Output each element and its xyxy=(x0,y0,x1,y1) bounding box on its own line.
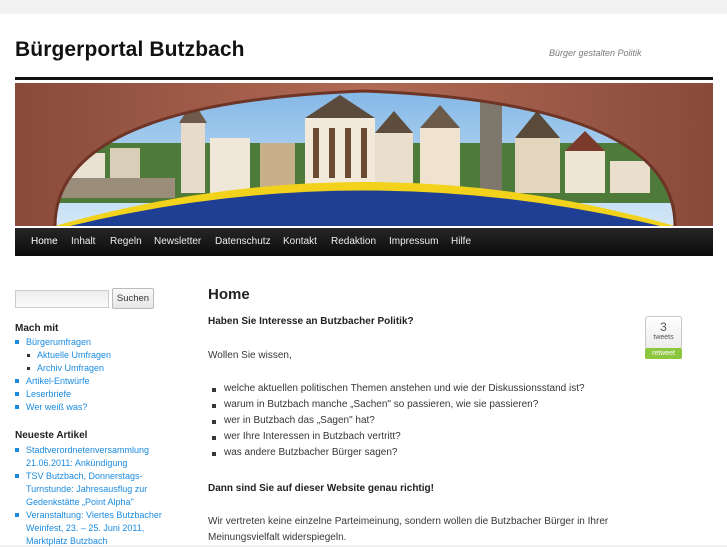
list-bullet xyxy=(212,420,216,424)
sidebar-link-leserbriefe[interactable]: Leserbriefe xyxy=(26,388,71,400)
recent-post-link-cont[interactable]: Turnstunde: Jahresausflug zur xyxy=(26,483,147,495)
list-bullet xyxy=(212,452,216,456)
tweet-count: 3 xyxy=(660,320,667,334)
nav-item-newsletter[interactable]: Newsletter xyxy=(154,228,201,256)
nav-item-kontakt[interactable]: Kontakt xyxy=(283,228,317,256)
list-bullet xyxy=(15,513,19,517)
nav-item-inhalt[interactable]: Inhalt xyxy=(71,228,95,256)
sidebar-link-wer-weiss-was[interactable]: Wer weiß was? xyxy=(26,401,87,413)
main-navigation: Home Inhalt Regeln Newsletter Datenschut… xyxy=(15,228,713,256)
sidebar-link-aktuelle-umfragen[interactable]: Aktuelle Umfragen xyxy=(37,349,111,361)
dann-richtig-heading: Dann sind Sie auf dieser Website genau r… xyxy=(208,483,434,494)
list-bullet xyxy=(27,354,30,357)
list-bullet xyxy=(212,404,216,408)
banner-illustration xyxy=(15,83,713,226)
recent-post-link-cont[interactable]: Marktplatz Butzbach xyxy=(26,535,108,547)
recent-post-link-cont[interactable]: 21.06.2011: Ankündigung xyxy=(26,457,127,469)
widget-title-neueste-artikel: Neueste Artikel xyxy=(15,430,88,441)
list-bullet xyxy=(15,392,19,396)
list-bullet xyxy=(212,436,216,440)
widget-title-mach-mit: Mach mit xyxy=(15,323,59,334)
list-bullet xyxy=(27,367,30,370)
nav-item-hilfe[interactable]: Hilfe xyxy=(451,228,471,256)
header-banner-image[interactable] xyxy=(15,83,713,226)
page-title: Home xyxy=(208,286,250,303)
site-tagline: Bürger gestalten Politik xyxy=(549,48,642,58)
header-rule xyxy=(15,77,713,80)
recent-post-link-cont[interactable]: Gedenkstätte „Point Alpha" xyxy=(26,496,134,508)
recent-post-link[interactable]: TSV Butzbach, Donnerstags- xyxy=(26,470,143,482)
sidebar-link-archiv-umfragen[interactable]: Archiv Umfragen xyxy=(37,362,104,374)
wollen-sie-wissen: Wollen Sie wissen, xyxy=(208,350,292,361)
nav-item-impressum[interactable]: Impressum xyxy=(389,228,438,256)
nav-item-datenschutz[interactable]: Datenschutz xyxy=(215,228,271,256)
nav-item-regeln[interactable]: Regeln xyxy=(110,228,142,256)
nav-item-redaktion[interactable]: Redaktion xyxy=(331,228,376,256)
tweetmeme-counter[interactable]: 3 tweets xyxy=(645,316,682,349)
site-title[interactable]: Bürgerportal Butzbach xyxy=(15,38,245,62)
list-bullet xyxy=(15,379,19,383)
recent-post-link[interactable]: Stadtverordnetenversammlung xyxy=(26,444,149,456)
tweet-count-label: tweets xyxy=(653,334,674,341)
question-list-item: warum in Butzbach manche „Sachen" so pas… xyxy=(224,399,539,410)
recent-post-link[interactable]: Veranstaltung: Viertes Butzbacher xyxy=(26,509,162,521)
list-bullet xyxy=(15,340,19,344)
question-list-item: wer in Butzbach das „Sagen" hat? xyxy=(224,415,375,426)
intro-paragraph-line2: Meinungsvielfalt widerspiegeln. xyxy=(208,532,347,543)
question-list-item: welche aktuellen politischen Themen anst… xyxy=(224,383,585,394)
search-button[interactable]: Suchen xyxy=(112,288,154,309)
page: Bürgerportal Butzbach Bürger gestalten P… xyxy=(0,14,727,547)
sidebar-link-buergerumfragen[interactable]: Bürgerumfragen xyxy=(26,336,91,348)
question-list-item: wer Ihre Interessen in Butzbach vertritt… xyxy=(224,431,401,442)
intro-paragraph-line1: Wir vertreten keine einzelne Parteimeinu… xyxy=(208,516,609,527)
intro-question: Haben Sie Interesse an Butzbacher Politi… xyxy=(208,316,414,327)
retweet-button[interactable]: retweet xyxy=(645,348,682,359)
list-bullet xyxy=(15,405,19,409)
question-list-item: was andere Butzbacher Bürger sagen? xyxy=(224,447,398,458)
list-bullet xyxy=(212,388,216,392)
nav-item-home[interactable]: Home xyxy=(31,228,58,256)
list-bullet xyxy=(15,474,19,478)
list-bullet xyxy=(15,448,19,452)
recent-post-link-cont[interactable]: Weinfest, 23. – 25. Juni 2011, xyxy=(26,522,144,534)
sidebar-link-artikel-entwuerfe[interactable]: Artikel-Entwürfe xyxy=(26,375,90,387)
search-input[interactable] xyxy=(15,290,109,308)
